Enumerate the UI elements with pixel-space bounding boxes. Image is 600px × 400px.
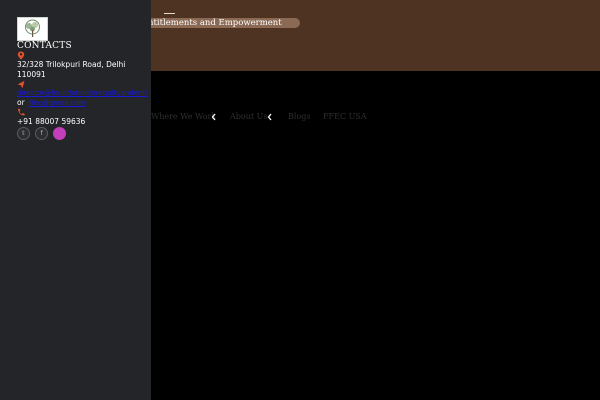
email-link-secondary[interactable]: ffec@gmail.com <box>29 99 86 107</box>
address-text: 32/328 Trilokpuri Road, Delhi 110091 <box>17 60 126 79</box>
phone-number: +91 88007 59636 <box>17 117 86 126</box>
nav-item-where-we-work[interactable]: Where We Work <box>151 111 216 123</box>
chevron-left-icon[interactable] <box>266 113 274 121</box>
chevron-left-icon[interactable] <box>210 113 218 121</box>
tree-logo-icon <box>25 19 40 37</box>
map-pin-icon <box>17 51 25 60</box>
contacts-sidebar: CONTACTS 32/328 Trilokpuri Road, Delhi 1… <box>0 0 151 400</box>
nav-item-ffec-usa[interactable]: FFEC USA <box>323 111 367 123</box>
nav-item-about-us[interactable]: About Us <box>230 111 267 123</box>
facebook-icon[interactable]: f <box>35 127 48 140</box>
hero-tagline: ntitlements and Empowerment <box>138 18 300 28</box>
twitter-icon[interactable]: 𝕥 <box>17 127 30 140</box>
phone-icon <box>18 108 25 116</box>
instagram-icon[interactable] <box>53 127 66 140</box>
send-icon <box>17 80 25 89</box>
logo[interactable] <box>17 17 48 41</box>
menu-toggle-icon[interactable] <box>164 13 175 14</box>
nav-item-blogs[interactable]: Blogs <box>288 111 310 123</box>
or-label: or <box>17 98 25 107</box>
contacts-title: CONTACTS <box>17 41 72 51</box>
email-secondary-row: or ffec@gmail.com <box>17 98 85 108</box>
email-link-primary[interactable]: director@foundationforequityandentitleme… <box>17 89 147 97</box>
